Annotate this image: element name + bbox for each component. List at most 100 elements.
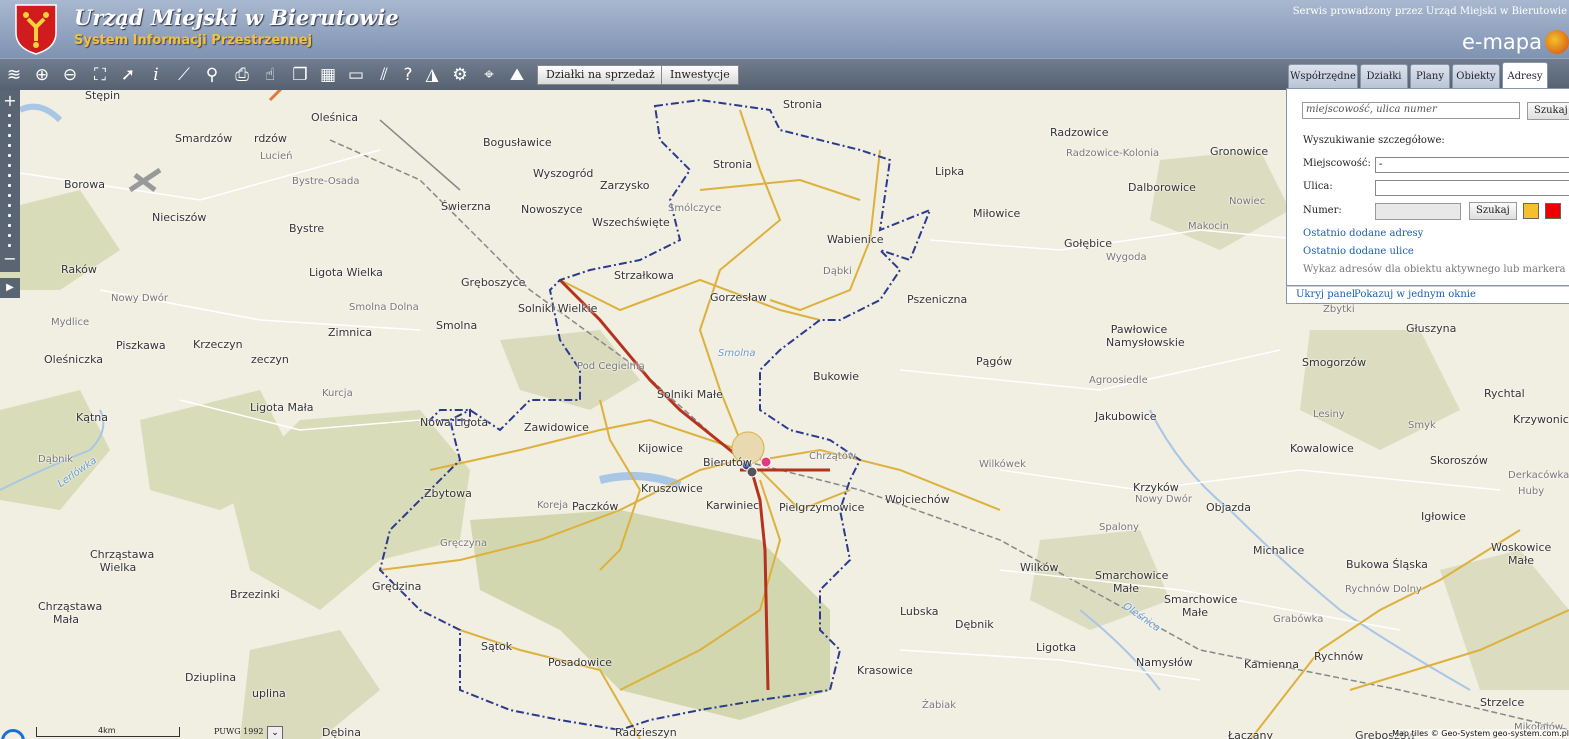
place-label: Rychnów	[1314, 650, 1364, 663]
detail-search-heading: Wyszukiwanie szczegółowe:	[1303, 135, 1445, 146]
ulica-select[interactable]	[1375, 180, 1569, 196]
layout-icon[interactable]: ▦	[316, 63, 340, 87]
place-label: Smarchowice Małe	[1164, 593, 1238, 619]
tab-wspolrzedne[interactable]: Współrzędne	[1288, 64, 1358, 88]
place-label: uplina	[252, 687, 286, 700]
zoom-level-dot[interactable]	[8, 184, 11, 187]
zoom-level-dot[interactable]	[8, 154, 11, 157]
place-label: Igłowice	[1421, 510, 1466, 523]
place-label: Lubska	[900, 605, 939, 618]
zoom-level-dot[interactable]	[8, 234, 11, 237]
place-label: Grędzina	[372, 580, 422, 593]
address-list-text: Wykaz adresów dla obiektu aktywnego lub …	[1303, 264, 1566, 275]
place-label: Krasowice	[857, 664, 913, 677]
zoom-level-dot[interactable]	[8, 144, 11, 147]
place-label: Huby	[1518, 486, 1545, 497]
place-label: Kurcja	[322, 388, 353, 399]
place-label: Wszechświęte	[592, 216, 670, 229]
place-label: Stronia	[713, 158, 753, 171]
place-label: Bogusławice	[483, 136, 552, 149]
zoom-in-icon[interactable]: ⊕	[30, 63, 54, 87]
tab-obiekty[interactable]: Obiekty	[1452, 64, 1500, 88]
crs-label: PUWG 1992	[214, 727, 264, 736]
measure-clip-icon[interactable]: ⚲	[200, 63, 224, 87]
place-label: Stępin	[85, 90, 121, 102]
hatch-icon[interactable]: ⫽	[372, 63, 396, 87]
recent-addresses-link[interactable]: Ostatnio dodane adresy	[1303, 228, 1423, 239]
place-label: Chrzątów	[809, 451, 857, 462]
place-label: Strzałkowa	[614, 269, 674, 282]
place-label: Smolna	[436, 319, 478, 332]
zoom-level-dot[interactable]	[8, 224, 11, 227]
place-label: Smolna	[718, 348, 756, 359]
place-label: Piszkawa	[116, 339, 166, 352]
place-label: Rychnów Dolny	[1345, 584, 1422, 595]
zoom-slider[interactable]: + −	[0, 90, 20, 272]
numer-input[interactable]	[1375, 203, 1461, 220]
place-label: Wilkówek	[979, 459, 1026, 470]
zoom-level-dot[interactable]	[8, 114, 11, 117]
address-search-button[interactable]: Szukaj	[1527, 102, 1569, 120]
marker-color-yellow[interactable]	[1523, 203, 1539, 219]
settings-gear-icon[interactable]: ⚙	[448, 63, 472, 87]
select-arrow-icon[interactable]: ➚	[116, 63, 140, 87]
place-label: Kruszowice	[641, 482, 703, 495]
measure-ruler-icon[interactable]: ⟋	[172, 63, 196, 87]
zoom-level-dot[interactable]	[8, 244, 11, 247]
tab-dzialki[interactable]: Działki	[1360, 64, 1408, 88]
dzialki-na-sprzedaz-button[interactable]: Działki na sprzedaż	[537, 65, 664, 85]
zoom-level-dot[interactable]	[8, 204, 11, 207]
zoom-level-dot[interactable]	[8, 194, 11, 197]
pin-search-icon[interactable]: ⌖	[477, 63, 501, 87]
print-icon[interactable]: ⎙	[230, 63, 254, 87]
inwestycje-button[interactable]: Inwestycje	[661, 65, 739, 85]
tab-plany[interactable]: Plany	[1410, 64, 1450, 88]
place-label: Wilków	[1020, 561, 1059, 574]
emapa-globe-icon	[1545, 30, 1569, 54]
place-label: Paczków	[572, 500, 619, 513]
zoom-minus-icon[interactable]: −	[0, 250, 20, 268]
recent-streets-link[interactable]: Ostatnio dodane ulice	[1303, 246, 1414, 257]
info-icon[interactable]: i	[144, 63, 168, 87]
place-label: Radzieszyn	[615, 726, 677, 739]
place-label: Nowoszyce	[521, 203, 583, 216]
panel-footer: Ukryj panel Pokazuj w jednym oknie	[1286, 286, 1569, 304]
place-label: Ligota Wielka	[309, 266, 383, 279]
detail-search-button[interactable]: Szukaj	[1469, 202, 1517, 220]
place-label: Michalice	[1253, 544, 1305, 557]
zoom-plus-icon[interactable]: +	[0, 92, 20, 110]
speech-bubble-icon[interactable]: ▭	[344, 63, 368, 87]
triangle-icon[interactable]: ◮	[420, 63, 444, 87]
place-label: Smardzów	[175, 132, 233, 145]
zoom-level-dot[interactable]	[8, 164, 11, 167]
pan-hand-icon[interactable]: ☝	[258, 63, 282, 87]
panel-toggle-icon[interactable]: ▶	[0, 278, 20, 298]
place-label: Smólczyce	[668, 203, 722, 214]
single-window-link[interactable]: Pokazuj w jednym oknie	[1354, 289, 1476, 300]
crs-dropdown-chevron-icon[interactable]: ⌄	[267, 726, 283, 739]
layers-icon[interactable]: ≋	[2, 63, 26, 87]
place-label: Zbytowa	[424, 487, 472, 500]
place-label: Bystre	[289, 222, 325, 235]
marker-color-red[interactable]	[1545, 203, 1561, 219]
place-label: Nowiec	[1229, 196, 1266, 207]
zoom-extent-icon[interactable]: ⛶	[88, 63, 112, 87]
tab-adresy[interactable]: Adresy	[1502, 62, 1548, 89]
miejscowosc-select[interactable]: -	[1375, 157, 1569, 173]
zoom-level-dot[interactable]	[8, 134, 11, 137]
app-subtitle: System Informacji Przestrzennej	[74, 33, 313, 48]
ulica-label: Ulica:	[1303, 181, 1333, 192]
copy-icon[interactable]: ❐	[288, 63, 312, 87]
help-icon[interactable]: ?	[396, 63, 420, 87]
place-label: Namysłów	[1136, 656, 1193, 669]
zoom-level-dot[interactable]	[8, 174, 11, 177]
place-label: Karwiniec	[706, 499, 760, 512]
hide-panel-link[interactable]: Ukryj panel	[1296, 289, 1355, 300]
zoom-out-icon[interactable]: ⊖	[58, 63, 82, 87]
address-search-input[interactable]: miejscowość, ulica numer	[1302, 102, 1520, 119]
zoom-level-dot[interactable]	[8, 214, 11, 217]
place-label: Jakubowice	[1095, 410, 1157, 423]
zoom-level-dot[interactable]	[8, 124, 11, 127]
terrain-icon[interactable]: ⛰	[505, 63, 529, 87]
place-label: Dąbki	[823, 266, 852, 277]
